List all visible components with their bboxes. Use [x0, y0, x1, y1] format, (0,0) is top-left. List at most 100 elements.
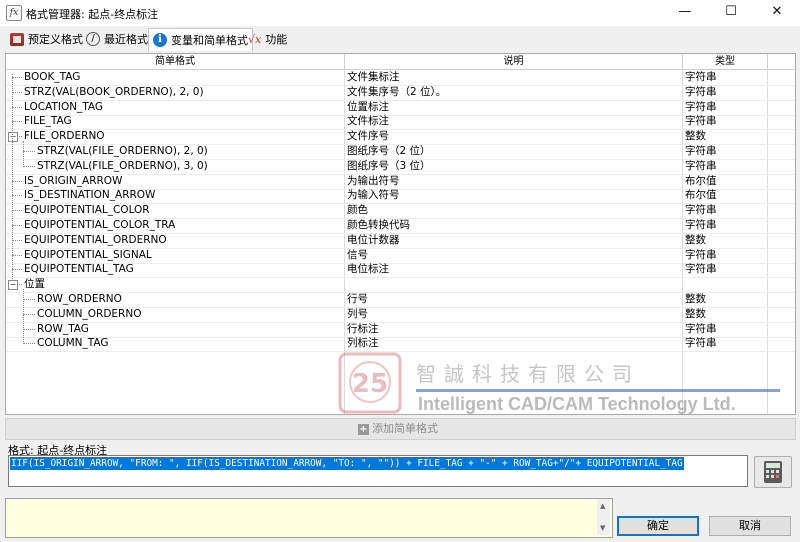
cell-description: 文件标注	[347, 115, 389, 128]
cell-description: 位置标注	[347, 100, 389, 113]
cell-description: 文件集序号（2 位）。	[347, 85, 447, 98]
cell-type: 字符串	[685, 159, 717, 172]
cell-type: 字符串	[685, 263, 717, 276]
cell-type: 字符串	[685, 337, 717, 350]
cell-description: 电位标注	[347, 263, 389, 276]
cell-format: EQUIPOTENTIAL_COLOR	[24, 204, 150, 217]
column-header-type[interactable]: 类型	[683, 54, 768, 69]
recent-clock-icon: /	[86, 32, 100, 46]
watermark-english-name: Intelligent CAD/CAM Technology Ltd.	[418, 394, 736, 414]
table-row[interactable]: EQUIPOTENTIAL_SIGNAL 信号 字符串	[6, 248, 795, 264]
cell-type: 整数	[685, 293, 706, 305]
table-row[interactable]: COLUMN_ORDERNO 列号 整数	[6, 307, 795, 323]
notes-scrollbar[interactable]: ▲ ▼	[597, 499, 610, 535]
calculator-icon	[764, 461, 782, 483]
add-simple-format-button[interactable]: + 添加简单格式	[358, 421, 438, 437]
cell-type: 整数	[685, 307, 706, 320]
cell-format: IS_DESTINATION_ARROW	[24, 189, 156, 202]
cell-type: 字符串	[685, 115, 717, 128]
cell-format: IS_ORIGIN_ARROW	[24, 174, 123, 187]
cell-format: LOCATION_TAG	[24, 100, 104, 113]
cell-format: BOOK_TAG	[24, 71, 81, 83]
table-row[interactable]: − 位置	[6, 277, 795, 294]
table-row[interactable]: − FILE_ORDERNO 文件序号 整数	[6, 129, 795, 146]
tab-variables-simple-formats[interactable]: i 变量和简单格式	[148, 28, 253, 51]
table-row[interactable]: STRZ(VAL(FILE_ORDERNO), 2, 0) 图纸序号（2 位） 字符…	[6, 144, 795, 160]
cell-format: ROW_ORDERNO	[37, 293, 122, 305]
title-bar: fx 格式管理器: 起点-终点标注 — ☐ ✕	[0, 0, 800, 26]
scroll-up-icon[interactable]: ▲	[600, 502, 605, 510]
cell-type: 整数	[685, 130, 706, 143]
cell-description: 文件集标注	[347, 71, 400, 83]
cell-format: STRZ(VAL(FILE_ORDERNO), 2, 0)	[37, 145, 208, 157]
tab-label: 功能	[265, 33, 288, 46]
cell-type: 布尔值	[685, 189, 717, 202]
tree-guide	[23, 141, 25, 167]
calculator-button[interactable]	[754, 456, 792, 488]
close-button[interactable]: ✕	[754, 0, 800, 26]
cell-description: 列号	[347, 307, 368, 320]
cell-description: 电位计数器	[347, 233, 400, 246]
cell-description: 行号	[347, 293, 368, 305]
table-row[interactable]: LOCATION_TAG 位置标注 字符串	[6, 100, 795, 116]
cell-type: 字符串	[685, 219, 717, 231]
watermark-divider	[416, 389, 780, 392]
tree-guide	[12, 74, 14, 282]
cell-format: EQUIPOTENTIAL_COLOR_TRA	[24, 219, 176, 231]
cell-description	[347, 277, 680, 292]
table-row[interactable]: ROW_ORDERNO 行号 整数	[6, 292, 795, 308]
cell-type: 字符串	[685, 85, 717, 98]
cell-format: FILE_TAG	[24, 115, 72, 128]
tab-label: 最近格式	[104, 33, 148, 46]
minimize-button[interactable]: —	[662, 0, 708, 26]
window-title: 格式管理器: 起点-终点标注	[26, 8, 159, 21]
column-header-description[interactable]: 说明	[345, 54, 683, 69]
tab-functions[interactable]: √x 功能	[244, 29, 291, 49]
predefined-format-icon	[10, 32, 24, 46]
column-header-format[interactable]: 简单格式	[6, 54, 345, 69]
ok-button[interactable]: 确定	[617, 516, 699, 536]
cell-format: EQUIPOTENTIAL_TAG	[24, 263, 134, 276]
plus-icon: +	[358, 423, 369, 435]
table-row[interactable]: STRZ(VAL(BOOK_ORDERNO), 2, 0) 文件集序号（2 位）。…	[6, 85, 795, 101]
tab-predefined-formats[interactable]: 预定义格式	[6, 29, 87, 49]
format-input[interactable]: IIF(IS_ORIGIN_ARROW, "FROM: ", IIF(IS_DE…	[8, 455, 748, 487]
table-row[interactable]: EQUIPOTENTIAL_COLOR 颜色 字符串	[6, 203, 795, 220]
cell-format: COLUMN_TAG	[37, 337, 109, 350]
notes-area[interactable]	[5, 498, 613, 538]
cell-format: FILE_ORDERNO	[24, 130, 105, 143]
add-format-bar: + 添加简单格式	[5, 418, 796, 440]
cell-type: 字符串	[685, 100, 717, 113]
collapse-toggle-icon[interactable]: −	[8, 280, 18, 291]
cell-format: STRZ(VAL(FILE_ORDERNO), 3, 0)	[37, 159, 208, 172]
cell-description: 行标注	[347, 322, 379, 335]
table-row[interactable]: EQUIPOTENTIAL_ORDERNO 电位计数器 整数	[6, 233, 795, 249]
table-row[interactable]: EQUIPOTENTIAL_COLOR_TRA 颜色转换代码 字符串	[6, 218, 795, 234]
cell-type: 字符串	[685, 248, 717, 261]
table-row[interactable]: IS_DESTINATION_ARROW 为输入符号 布尔值	[6, 188, 795, 205]
add-button-label: 添加简单格式	[372, 422, 438, 435]
table-row[interactable]: FILE_TAG 文件标注 字符串	[6, 114, 795, 131]
table-row[interactable]: EQUIPOTENTIAL_TAG 电位标注 字符串	[6, 262, 795, 279]
cell-format: ROW_TAG	[37, 322, 89, 335]
cell-format: EQUIPOTENTIAL_SIGNAL	[24, 248, 152, 261]
table-row[interactable]: ROW_TAG 行标注 字符串	[6, 322, 795, 338]
cell-description: 文件序号	[347, 130, 389, 143]
cell-type	[685, 277, 765, 292]
scroll-down-icon[interactable]: ▼	[600, 524, 605, 532]
tab-recent-formats[interactable]: / 最近格式	[82, 29, 152, 49]
maximize-button[interactable]: ☐	[708, 0, 754, 26]
function-icon: √x	[248, 32, 262, 46]
table-row[interactable]: COLUMN_TAG 列标注 字符串	[6, 336, 795, 353]
cell-description: 信号	[347, 248, 368, 261]
table-row[interactable]: BOOK_TAG 文件集标注 字符串	[6, 70, 795, 86]
cell-type: 整数	[685, 233, 706, 246]
cancel-button[interactable]: 取消	[709, 516, 791, 536]
close-icon: ✕	[771, 4, 783, 19]
app-icon: fx	[6, 5, 22, 21]
table-row[interactable]: STRZ(VAL(FILE_ORDERNO), 3, 0) 图纸序号（3 位） 字符…	[6, 159, 795, 175]
minimize-icon: —	[678, 4, 692, 19]
table-row[interactable]: IS_ORIGIN_ARROW 为输出符号 布尔值	[6, 174, 795, 190]
cell-type: 字符串	[685, 145, 717, 157]
cell-description: 列标注	[347, 337, 379, 350]
